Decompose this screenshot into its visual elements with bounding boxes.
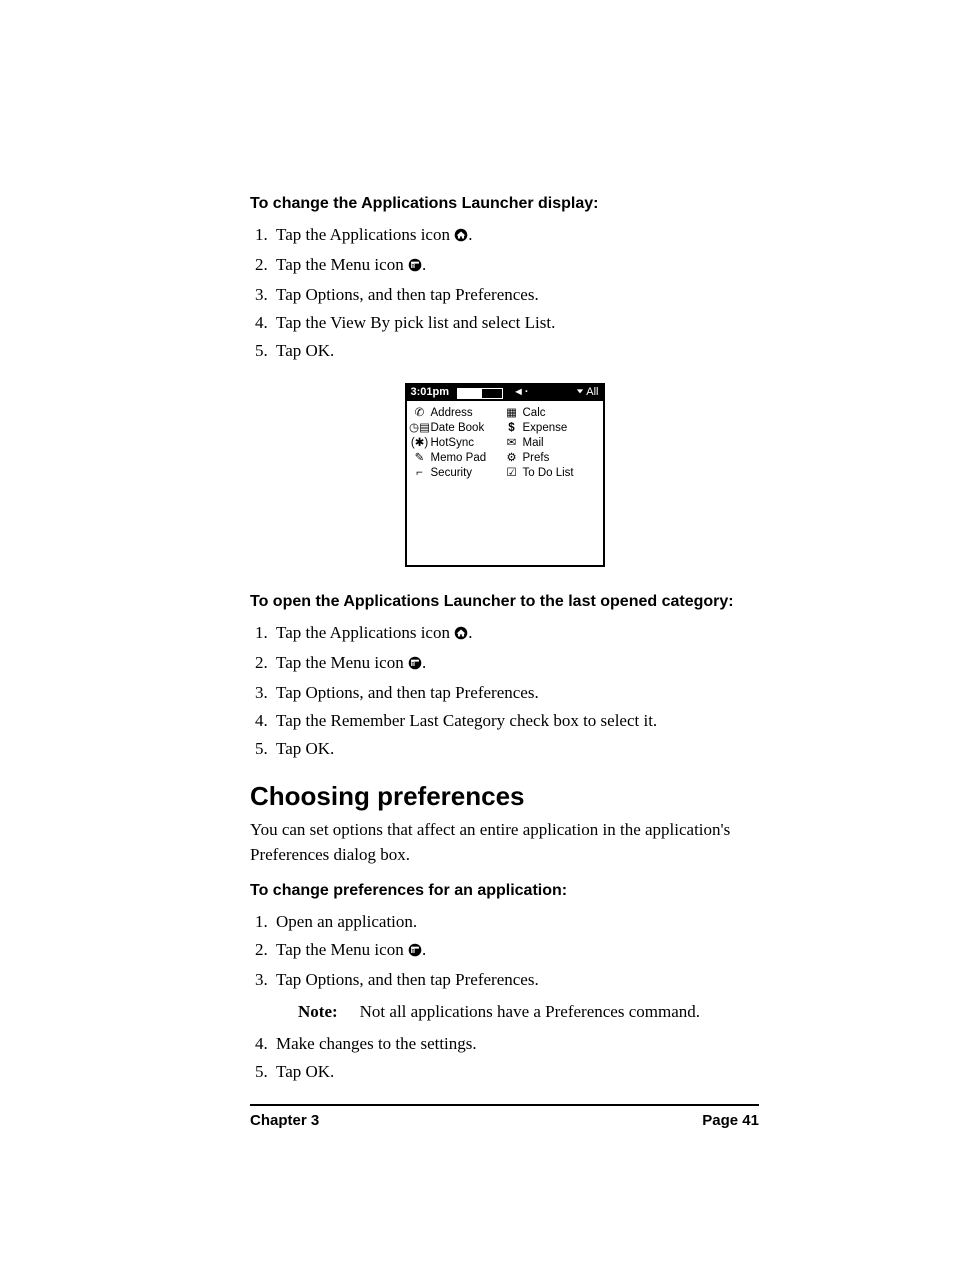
steps-change-app-prefs: Open an application. Tap the Menu icon .… [250, 908, 759, 1086]
subhead-change-launcher: To change the Applications Launcher disp… [250, 195, 759, 213]
app-item-address[interactable]: ✆Address [413, 405, 505, 420]
datebook-icon: ◷▤ [413, 422, 427, 434]
step: Tap the Menu icon . [272, 936, 759, 966]
page-footer: Chapter 3 Page 41 [250, 1104, 759, 1129]
subhead-last-category: To open the Applications Launcher to the… [250, 593, 759, 611]
step: Tap OK. [272, 337, 759, 365]
app-item-datebook[interactable]: ◷▤Date Book [413, 420, 505, 435]
step: Tap Options, and then tap Preferences. [272, 679, 759, 707]
step: Tap the Remember Last Category check box… [272, 707, 759, 735]
section-title-choosing-preferences: Choosing preferences [250, 781, 759, 812]
memo-icon: ✎ [413, 452, 427, 464]
todo-icon: ☑ [505, 467, 519, 479]
app-item-prefs[interactable]: ⚙Prefs [505, 450, 597, 465]
mail-icon: ✉ [505, 437, 519, 449]
note: Note: Not all applications have a Prefere… [298, 998, 759, 1026]
device-screenshot: 3:01pm ◄· All ✆Address ◷▤Date Book (✱)Ho… [250, 383, 759, 567]
battery-icon [457, 388, 503, 399]
step: Tap Options, and then tap Preferences. [272, 281, 759, 309]
step: Tap the View By pick list and select Lis… [272, 309, 759, 337]
app-column-right: ▦Calc $Expense ✉Mail ⚙Prefs ☑To Do List [505, 405, 597, 561]
applications-icon [454, 223, 468, 251]
subhead-change-app-prefs: To change preferences for an application… [250, 882, 759, 900]
prefs-icon: ⚙ [505, 452, 519, 464]
hotsync-icon: (✱) [413, 437, 427, 449]
step: Make changes to the settings. [272, 1030, 759, 1058]
volume-icon: ◄· [507, 386, 572, 400]
expense-icon: $ [505, 422, 519, 434]
app-item-expense[interactable]: $Expense [505, 420, 597, 435]
note-text: Not all applications have a Preferences … [360, 1002, 700, 1021]
steps-last-category: Tap the Applications icon . Tap the Menu… [250, 619, 759, 763]
menu-icon [408, 651, 422, 679]
section-intro: You can set options that affect an entir… [250, 818, 759, 867]
step: Tap the Applications icon . [272, 221, 759, 251]
note-label: Note: [298, 1002, 338, 1021]
menu-icon [408, 938, 422, 966]
app-item-calc[interactable]: ▦Calc [505, 405, 597, 420]
device-time: 3:01pm [407, 386, 454, 400]
app-item-hotsync[interactable]: (✱)HotSync [413, 435, 505, 450]
step: Tap OK. [272, 735, 759, 763]
step: Open an application. [272, 908, 759, 936]
app-column-left: ✆Address ◷▤Date Book (✱)HotSync ✎Memo Pa… [413, 405, 505, 561]
applications-icon [454, 621, 468, 649]
category-selector[interactable]: All [572, 386, 603, 400]
step: Tap the Menu icon . [272, 649, 759, 679]
key-icon: ⌐ [413, 467, 427, 479]
step: Tap Options, and then tap Preferences. N… [272, 966, 759, 1026]
step: Tap the Menu icon . [272, 251, 759, 281]
footer-chapter: Chapter 3 [250, 1112, 319, 1129]
step: Tap the Applications icon . [272, 619, 759, 649]
footer-page: Page 41 [702, 1112, 759, 1129]
palm-device-screen: 3:01pm ◄· All ✆Address ◷▤Date Book (✱)Ho… [405, 383, 605, 567]
phone-icon: ✆ [413, 407, 427, 419]
document-page: To change the Applications Launcher disp… [0, 0, 954, 1279]
device-titlebar: 3:01pm ◄· All [407, 385, 603, 401]
steps-change-launcher: Tap the Applications icon . Tap the Menu… [250, 221, 759, 365]
app-item-memopad[interactable]: ✎Memo Pad [413, 450, 505, 465]
app-item-todolist[interactable]: ☑To Do List [505, 465, 597, 480]
app-item-security[interactable]: ⌐Security [413, 465, 505, 480]
device-app-list: ✆Address ◷▤Date Book (✱)HotSync ✎Memo Pa… [407, 401, 603, 565]
menu-icon [408, 253, 422, 281]
app-item-mail[interactable]: ✉Mail [505, 435, 597, 450]
calc-icon: ▦ [505, 407, 519, 419]
step: Tap OK. [272, 1058, 759, 1086]
